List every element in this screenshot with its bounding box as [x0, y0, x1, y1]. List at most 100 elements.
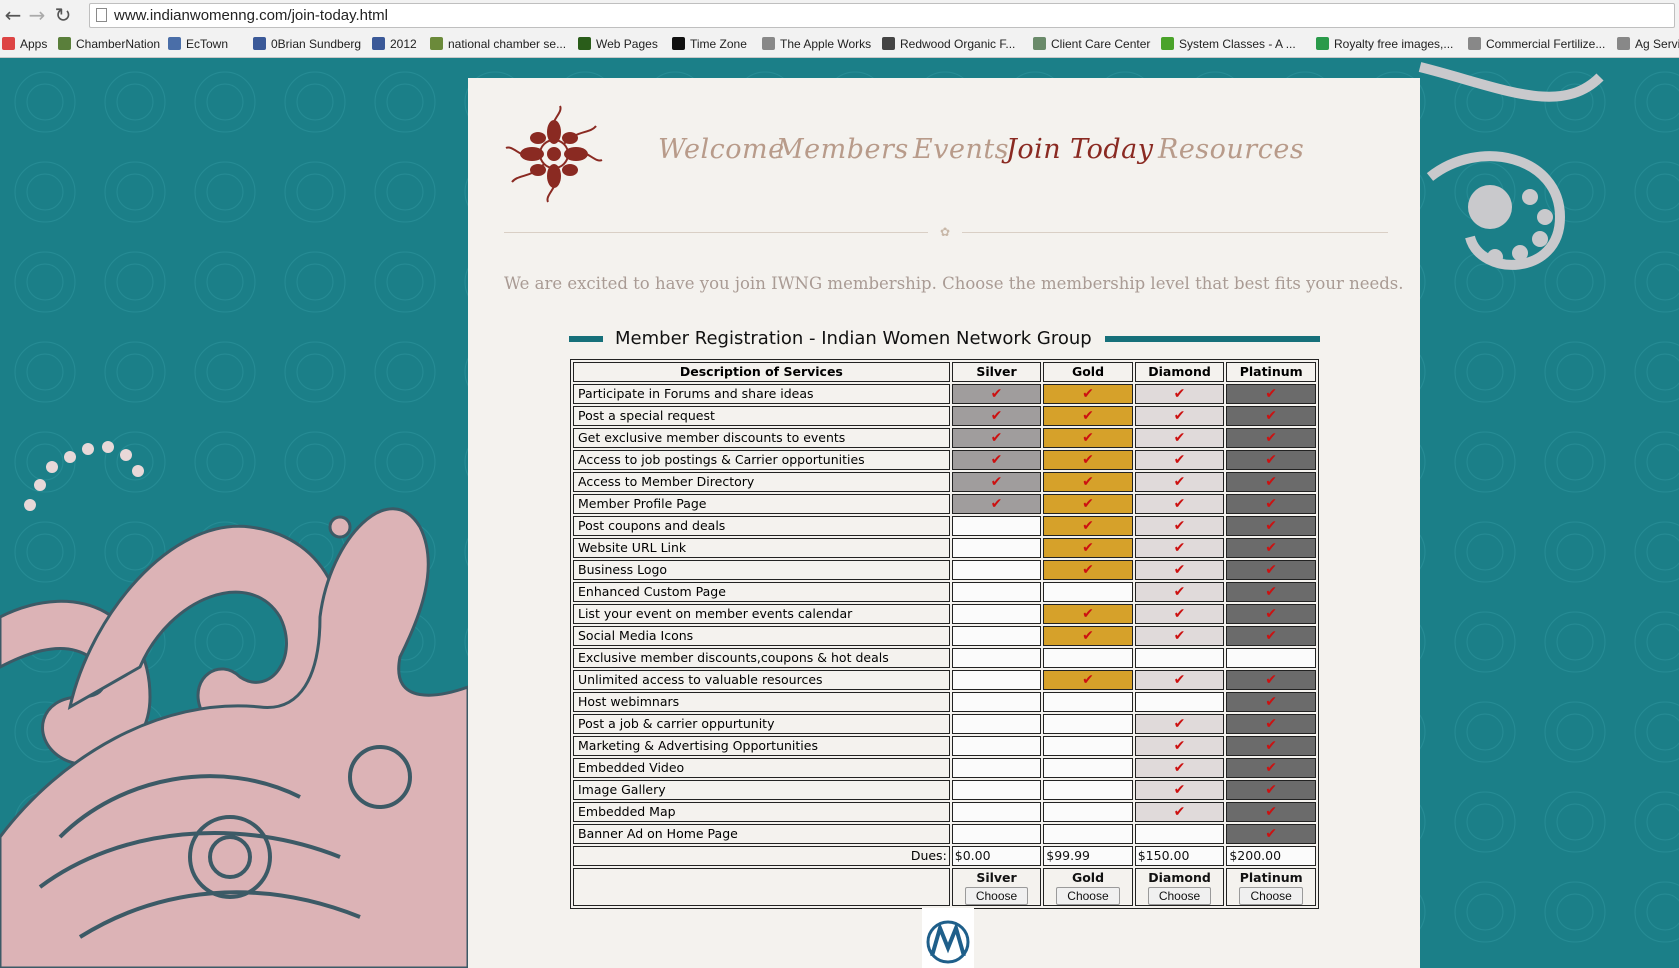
checkmark-icon: ✔	[1173, 672, 1186, 688]
facebook-icon	[253, 37, 266, 50]
silver-choose-button[interactable]: Choose	[964, 886, 1029, 905]
site-footer-logo[interactable]	[922, 908, 974, 968]
service-name: Embedded Map	[573, 802, 950, 822]
checkmark-icon: ✔	[1173, 738, 1186, 754]
bookmark-item[interactable]: Commercial Fertilize...	[1468, 35, 1605, 53]
plan-name: Platinum	[1239, 869, 1303, 885]
reload-icon[interactable]: ↻	[52, 4, 74, 26]
table-header-row: Description of Services Silver Gold Diam…	[573, 362, 1316, 382]
bookmark-label: System Classes - A ...	[1179, 37, 1296, 51]
platinum-cell: ✔	[1226, 494, 1316, 514]
platinum-cell: ✔	[1226, 538, 1316, 558]
bookmark-item[interactable]: 0Brian Sundberg	[253, 35, 361, 53]
table-row: Access to Member Directory ✔ ✔ ✔ ✔	[573, 472, 1316, 492]
platinum-dues: $200.00	[1226, 846, 1316, 866]
silver-cell	[951, 670, 1042, 690]
gold-cell	[1043, 692, 1133, 712]
platinum-cell: ✔	[1226, 472, 1316, 492]
back-arrow-icon[interactable]: ←	[2, 4, 24, 26]
address-url[interactable]: www.indianwomenng.com/join-today.html	[114, 7, 388, 24]
diamond-cell: ✔	[1134, 428, 1225, 448]
checkmark-icon: ✔	[1265, 782, 1278, 798]
gold-cell	[1043, 714, 1133, 734]
platinum-choose-button[interactable]: Choose	[1239, 886, 1303, 905]
nav-members[interactable]: Members	[776, 134, 909, 165]
checkmark-icon: ✔	[1082, 540, 1094, 556]
diamond-cell: ✔	[1134, 802, 1225, 822]
platinum-cell: ✔	[1226, 758, 1316, 778]
checkmark-icon: ✔	[1265, 408, 1278, 424]
gold-cell: ✔	[1043, 450, 1133, 470]
service-name: Enhanced Custom Page	[573, 582, 950, 602]
header-silver: Silver	[951, 362, 1042, 382]
table-row: Enhanced Custom Page ✔ ✔	[573, 582, 1316, 602]
gold-cell: ✔	[1043, 670, 1133, 690]
bookmark-item[interactable]: ChamberNation	[58, 35, 160, 53]
table-row: Post a special request ✔ ✔ ✔ ✔	[573, 406, 1316, 426]
nav-welcome[interactable]: Welcome	[658, 134, 785, 165]
gold-choose-button[interactable]: Choose	[1056, 886, 1120, 905]
checkmark-icon: ✔	[1173, 804, 1186, 820]
gold-cell: ✔	[1043, 626, 1133, 646]
plan-name: Diamond	[1148, 869, 1211, 885]
bookmark-item[interactable]: Ag Servic	[1617, 35, 1679, 53]
checkmark-icon: ✔	[1173, 540, 1186, 556]
nav-events[interactable]: Events	[913, 134, 1009, 165]
choose-row: Silver Choose Gold Choose Diamond Choose Plati…	[573, 868, 1316, 906]
bookmark-item[interactable]: Apps	[2, 35, 47, 53]
service-name: Access to job postings & Carrier opportu…	[573, 450, 950, 470]
browser-nav-row: ← → ↻ www.indianwomenng.com/join-today.h…	[0, 0, 1679, 31]
bookmark-item[interactable]: Royalty free images,...	[1316, 35, 1453, 53]
bookmark-item[interactable]: Time Zone	[672, 35, 747, 53]
bookmark-item[interactable]: Client Care Center	[1033, 35, 1150, 53]
checkmark-icon: ✔	[1173, 584, 1186, 600]
bookmark-item[interactable]: The Apple Works	[762, 35, 871, 53]
bookmark-item[interactable]: 2012	[372, 35, 417, 53]
bookmark-item[interactable]: national chamber se...	[430, 35, 566, 53]
service-name: Unlimited access to valuable resources	[573, 670, 950, 690]
checkmark-icon: ✔	[1082, 606, 1094, 622]
bookmark-label: Web Pages	[596, 37, 658, 51]
address-bar[interactable]: www.indianwomenng.com/join-today.html	[89, 3, 1675, 28]
table-row: Social Media Icons ✔ ✔ ✔	[573, 626, 1316, 646]
checkmark-icon: ✔	[1082, 452, 1094, 468]
diamond-cell	[1134, 692, 1225, 712]
table-row: Post a job & carrier oppurtunity ✔ ✔	[573, 714, 1316, 734]
checkmark-icon: ✔	[990, 386, 1003, 402]
page-icon	[1468, 37, 1481, 50]
choose-row-spacer	[573, 868, 950, 906]
bookmark-item[interactable]: System Classes - A ...	[1161, 35, 1296, 53]
page-icon	[762, 37, 775, 50]
checkmark-icon: ✔	[1265, 496, 1278, 512]
table-row: Access to job postings & Carrier opportu…	[573, 450, 1316, 470]
platinum-choose-cell: Platinum Choose	[1226, 868, 1316, 906]
service-name: Business Logo	[573, 560, 950, 580]
diamond-choose-button[interactable]: Choose	[1147, 886, 1212, 905]
gold-cell: ✔	[1043, 406, 1133, 426]
platinum-cell: ✔	[1226, 516, 1316, 536]
bookmark-label: The Apple Works	[780, 37, 872, 51]
platinum-cell: ✔	[1226, 560, 1316, 580]
nav-resources[interactable]: Resources	[1158, 134, 1304, 165]
forward-arrow-icon[interactable]: →	[26, 4, 48, 26]
title-bar-right	[1105, 336, 1320, 342]
silver-cell: ✔	[951, 406, 1042, 426]
checkmark-icon: ✔	[1173, 628, 1186, 644]
service-name: Embedded Video	[573, 758, 950, 778]
platinum-cell: ✔	[1226, 582, 1316, 602]
bookmark-item[interactable]: Redwood Organic F...	[882, 35, 1015, 53]
checkmark-icon: ✔	[1265, 562, 1278, 578]
diamond-cell: ✔	[1134, 406, 1225, 426]
gold-cell: ✔	[1043, 516, 1133, 536]
diamond-choose-cell: Diamond Choose	[1134, 868, 1225, 906]
browser-chrome: ← → ↻ www.indianwomenng.com/join-today.h…	[0, 0, 1679, 58]
bookmark-item[interactable]: EcTown	[168, 35, 228, 53]
bookmark-label: national chamber se...	[448, 37, 567, 51]
gold-cell: ✔	[1043, 494, 1133, 514]
service-name: Post coupons and deals	[573, 516, 950, 536]
platinum-cell: ✔	[1226, 406, 1316, 426]
diamond-cell: ✔	[1134, 758, 1225, 778]
bookmark-item[interactable]: Web Pages	[578, 35, 658, 53]
nav-join-today[interactable]: Join Today	[1006, 134, 1154, 165]
checkmark-icon: ✔	[1265, 386, 1278, 402]
